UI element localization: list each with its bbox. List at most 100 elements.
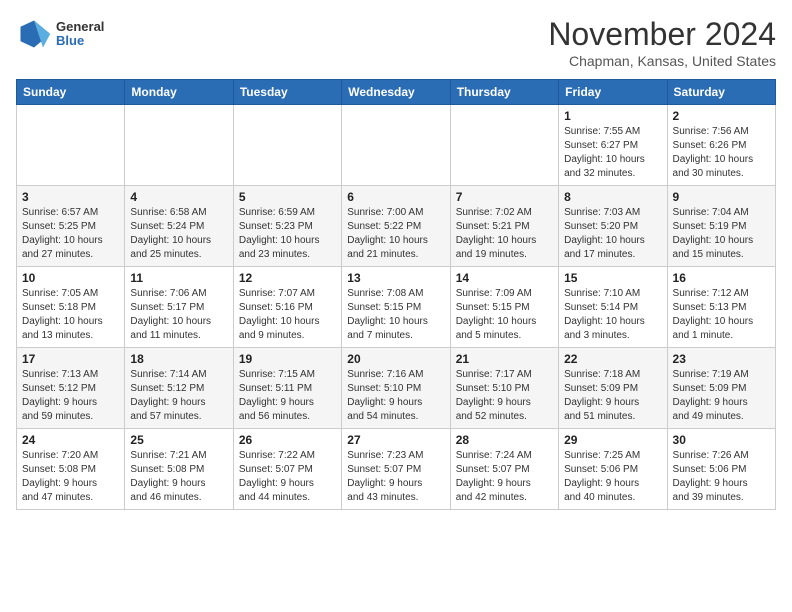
day-number: 8 — [564, 190, 661, 204]
day-number: 27 — [347, 433, 444, 447]
calendar-cell: 23 Sunrise: 7:19 AMSunset: 5:09 PMDayligh… — [667, 348, 775, 429]
day-info: Sunrise: 7:06 AMSunset: 5:17 PMDaylight:… — [130, 287, 227, 343]
calendar-week-5: 24 Sunrise: 7:20 AMSunset: 5:08 PMDayligh… — [17, 429, 776, 510]
day-number: 28 — [456, 433, 553, 447]
day-info: Sunrise: 6:59 AMSunset: 5:23 PMDaylight:… — [239, 206, 336, 262]
calendar-cell: 30 Sunrise: 7:26 AMSunset: 5:06 PMDayligh… — [667, 429, 775, 510]
day-info: Sunrise: 7:26 AMSunset: 5:06 PMDaylight:… — [673, 449, 770, 505]
day-info: Sunrise: 7:24 AMSunset: 5:07 PMDaylight:… — [456, 449, 553, 505]
weekday-header-tuesday: Tuesday — [233, 80, 341, 105]
logo-icon — [16, 16, 52, 52]
calendar-week-2: 3 Sunrise: 6:57 AMSunset: 5:25 PMDaylight… — [17, 186, 776, 267]
day-info: Sunrise: 7:21 AMSunset: 5:08 PMDaylight:… — [130, 449, 227, 505]
day-info: Sunrise: 6:57 AMSunset: 5:25 PMDaylight:… — [22, 206, 119, 262]
calendar-cell: 25 Sunrise: 7:21 AMSunset: 5:08 PMDayligh… — [125, 429, 233, 510]
calendar-cell: 15Sunrise: 7:10 AMSunset: 5:14 PMDayligh… — [559, 267, 667, 348]
weekday-header-friday: Friday — [559, 80, 667, 105]
day-number: 26 — [239, 433, 336, 447]
day-number: 21 — [456, 352, 553, 366]
calendar-cell: 6 Sunrise: 7:00 AMSunset: 5:22 PMDaylight… — [342, 186, 450, 267]
day-number: 13 — [347, 271, 444, 285]
day-info: Sunrise: 7:09 AMSunset: 5:15 PMDaylight:… — [456, 287, 553, 343]
calendar-cell: 22Sunrise: 7:18 AMSunset: 5:09 PMDayligh… — [559, 348, 667, 429]
day-number: 20 — [347, 352, 444, 366]
page-header: General Blue November 2024 Chapman, Kans… — [16, 16, 776, 69]
day-info: Sunrise: 7:25 AMSunset: 5:06 PMDaylight:… — [564, 449, 661, 505]
day-number: 11 — [130, 271, 227, 285]
day-number: 24 — [22, 433, 119, 447]
calendar-week-3: 10 Sunrise: 7:05 AMSunset: 5:18 PMDayligh… — [17, 267, 776, 348]
calendar-cell: 11 Sunrise: 7:06 AMSunset: 5:17 PMDayligh… — [125, 267, 233, 348]
calendar-cell: 29Sunrise: 7:25 AMSunset: 5:06 PMDayligh… — [559, 429, 667, 510]
day-info: Sunrise: 6:58 AMSunset: 5:24 PMDaylight:… — [130, 206, 227, 262]
day-number: 6 — [347, 190, 444, 204]
calendar-cell: 3 Sunrise: 6:57 AMSunset: 5:25 PMDaylight… — [17, 186, 125, 267]
calendar-cell: 17 Sunrise: 7:13 AMSunset: 5:12 PMDayligh… — [17, 348, 125, 429]
calendar-cell: 1 Sunrise: 7:55 AMSunset: 6:27 PMDaylight… — [559, 105, 667, 186]
calendar-cell: 7 Sunrise: 7:02 AMSunset: 5:21 PMDaylight… — [450, 186, 558, 267]
day-number: 23 — [673, 352, 770, 366]
day-info: Sunrise: 7:13 AMSunset: 5:12 PMDaylight:… — [22, 368, 119, 424]
calendar-cell: 13 Sunrise: 7:08 AMSunset: 5:15 PMDayligh… — [342, 267, 450, 348]
calendar-cell: 2 Sunrise: 7:56 AMSunset: 6:26 PMDaylight… — [667, 105, 775, 186]
day-info: Sunrise: 7:12 AMSunset: 5:13 PMDaylight:… — [673, 287, 770, 343]
day-info: Sunrise: 7:22 AMSunset: 5:07 PMDaylight:… — [239, 449, 336, 505]
day-number: 25 — [130, 433, 227, 447]
day-number: 1 — [564, 109, 661, 123]
calendar-cell: 28 Sunrise: 7:24 AMSunset: 5:07 PMDayligh… — [450, 429, 558, 510]
day-info: Sunrise: 7:19 AMSunset: 5:09 PMDaylight:… — [673, 368, 770, 424]
weekday-header-wednesday: Wednesday — [342, 80, 450, 105]
logo-text: General Blue — [56, 20, 104, 49]
day-info: Sunrise: 7:16 AMSunset: 5:10 PMDaylight:… — [347, 368, 444, 424]
calendar-week-1: 1 Sunrise: 7:55 AMSunset: 6:27 PMDaylight… — [17, 105, 776, 186]
day-number: 14 — [456, 271, 553, 285]
day-number: 7 — [456, 190, 553, 204]
day-info: Sunrise: 7:23 AMSunset: 5:07 PMDaylight:… — [347, 449, 444, 505]
day-info: Sunrise: 7:07 AMSunset: 5:16 PMDaylight:… — [239, 287, 336, 343]
logo-blue-text: Blue — [56, 34, 104, 48]
day-number: 18 — [130, 352, 227, 366]
day-info: Sunrise: 7:03 AMSunset: 5:20 PMDaylight:… — [564, 206, 661, 262]
day-number: 30 — [673, 433, 770, 447]
day-info: Sunrise: 7:17 AMSunset: 5:10 PMDaylight:… — [456, 368, 553, 424]
calendar-cell: 8 Sunrise: 7:03 AMSunset: 5:20 PMDaylight… — [559, 186, 667, 267]
calendar-table: SundayMondayTuesdayWednesdayThursdayFrid… — [16, 79, 776, 510]
day-number: 2 — [673, 109, 770, 123]
day-info: Sunrise: 7:55 AMSunset: 6:27 PMDaylight:… — [564, 125, 661, 181]
calendar-cell: 24 Sunrise: 7:20 AMSunset: 5:08 PMDayligh… — [17, 429, 125, 510]
calendar-cell: 9Sunrise: 7:04 AMSunset: 5:19 PMDaylight… — [667, 186, 775, 267]
calendar-cell: 20 Sunrise: 7:16 AMSunset: 5:10 PMDayligh… — [342, 348, 450, 429]
day-number: 3 — [22, 190, 119, 204]
day-info: Sunrise: 7:00 AMSunset: 5:22 PMDaylight:… — [347, 206, 444, 262]
day-number: 17 — [22, 352, 119, 366]
weekday-header-sunday: Sunday — [17, 80, 125, 105]
day-info: Sunrise: 7:08 AMSunset: 5:15 PMDaylight:… — [347, 287, 444, 343]
day-number: 5 — [239, 190, 336, 204]
day-number: 10 — [22, 271, 119, 285]
day-info: Sunrise: 7:02 AMSunset: 5:21 PMDaylight:… — [456, 206, 553, 262]
day-info: Sunrise: 7:56 AMSunset: 6:26 PMDaylight:… — [673, 125, 770, 181]
day-number: 19 — [239, 352, 336, 366]
calendar-cell — [125, 105, 233, 186]
day-info: Sunrise: 7:14 AMSunset: 5:12 PMDaylight:… — [130, 368, 227, 424]
calendar-cell: 18 Sunrise: 7:14 AMSunset: 5:12 PMDayligh… — [125, 348, 233, 429]
day-number: 4 — [130, 190, 227, 204]
location: Chapman, Kansas, United States — [548, 53, 776, 69]
day-number: 12 — [239, 271, 336, 285]
logo-general-text: General — [56, 20, 104, 34]
day-info: Sunrise: 7:20 AMSunset: 5:08 PMDaylight:… — [22, 449, 119, 505]
calendar-cell: 16Sunrise: 7:12 AMSunset: 5:13 PMDayligh… — [667, 267, 775, 348]
calendar-cell — [450, 105, 558, 186]
calendar-cell: 26 Sunrise: 7:22 AMSunset: 5:07 PMDayligh… — [233, 429, 341, 510]
calendar-cell — [342, 105, 450, 186]
day-number: 15 — [564, 271, 661, 285]
calendar-cell: 27 Sunrise: 7:23 AMSunset: 5:07 PMDayligh… — [342, 429, 450, 510]
calendar-cell: 10 Sunrise: 7:05 AMSunset: 5:18 PMDayligh… — [17, 267, 125, 348]
calendar-cell: 4 Sunrise: 6:58 AMSunset: 5:24 PMDaylight… — [125, 186, 233, 267]
day-number: 22 — [564, 352, 661, 366]
calendar-cell: 12 Sunrise: 7:07 AMSunset: 5:16 PMDayligh… — [233, 267, 341, 348]
day-info: Sunrise: 7:05 AMSunset: 5:18 PMDaylight:… — [22, 287, 119, 343]
weekday-header-row: SundayMondayTuesdayWednesdayThursdayFrid… — [17, 80, 776, 105]
calendar-cell: 14 Sunrise: 7:09 AMSunset: 5:15 PMDayligh… — [450, 267, 558, 348]
calendar-cell — [233, 105, 341, 186]
